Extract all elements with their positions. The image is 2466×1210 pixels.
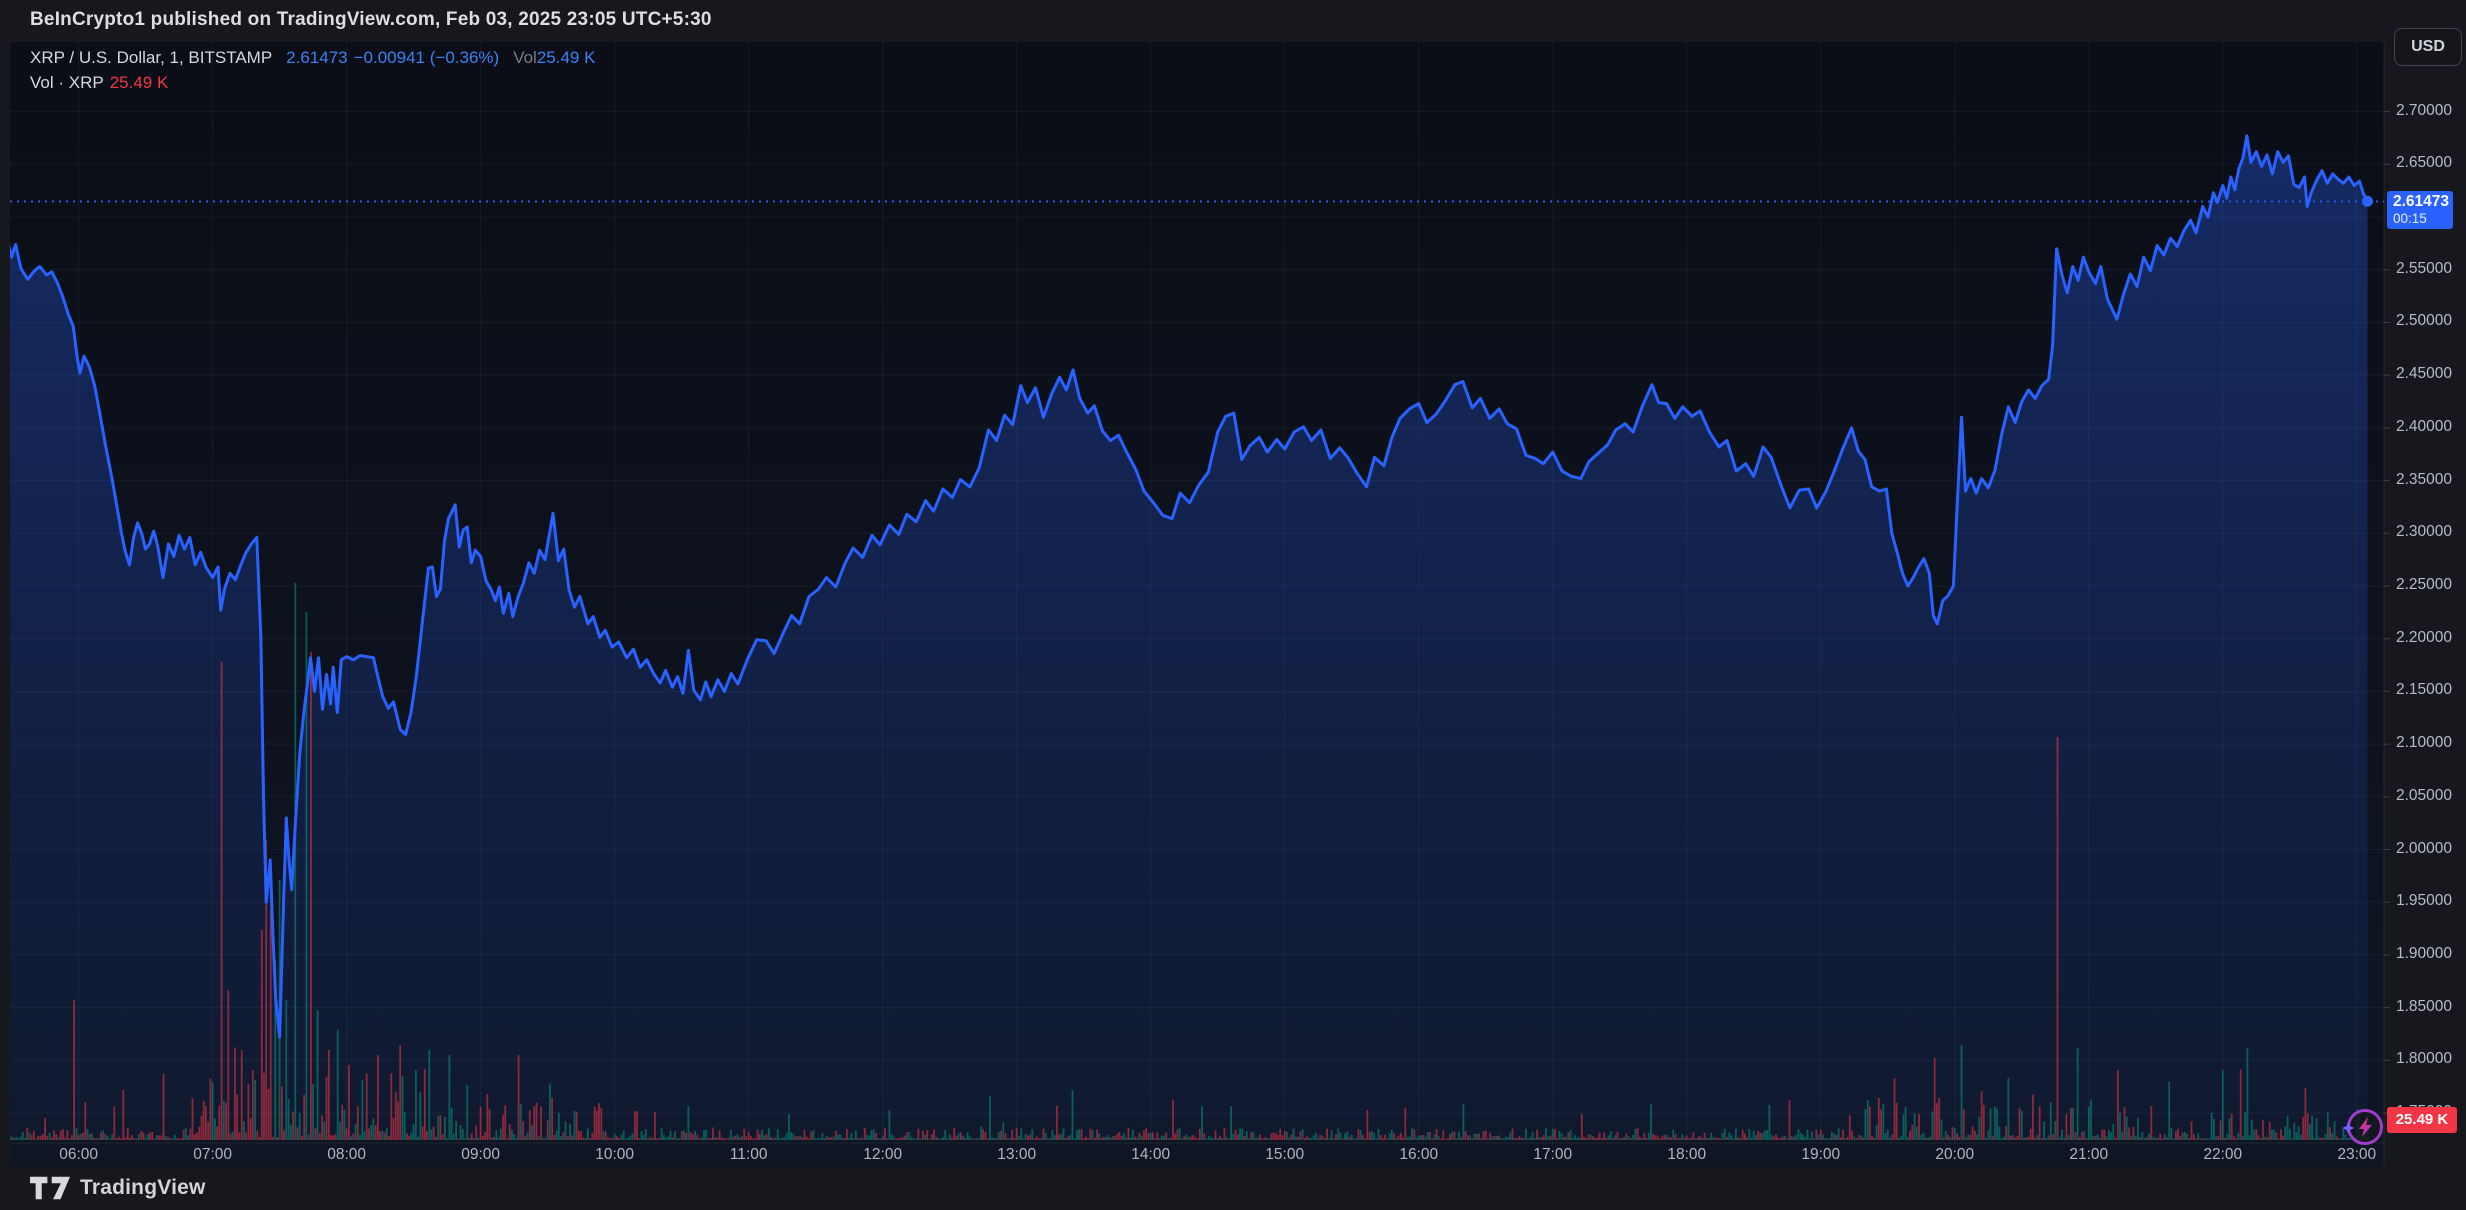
time-tick-label: 15:00 [1265,1146,1304,1164]
chart-legend[interactable]: XRP / U.S. Dollar, 1, BITSTAMP 2.61473 −0.… [30,46,595,96]
time-tick-label: 22:00 [2203,1146,2242,1164]
tradingview-logo-link[interactable]: TradingView [30,1176,206,1200]
tradingview-wordmark: TradingView [80,1176,206,1200]
time-tick-label: 09:00 [461,1146,500,1164]
price-tick-label: 2.10000 [2396,734,2466,752]
price-tick-label: 2.50000 [2396,312,2466,330]
currency-toggle-button[interactable]: USD [2394,28,2462,66]
time-tick-label: 12:00 [863,1146,902,1164]
price-tick-label: 2.15000 [2396,681,2466,699]
last-price-label: 2.61473 [2393,193,2447,211]
volume-study-value: 25.49 K [110,73,169,92]
time-tick-label: 10:00 [595,1146,634,1164]
price-tick-label: 1.95000 [2396,892,2466,910]
price-tick-label: 2.30000 [2396,523,2466,541]
tradingview-logo-icon [30,1176,70,1200]
price-tick-label: 2.05000 [2396,787,2466,805]
volume-label-box: 25.49 K [2387,1107,2457,1133]
price-tick-label: 2.35000 [2396,471,2466,489]
time-tick-label: 19:00 [1801,1146,1840,1164]
tradingview-snapshot: BeInCrypto1 published on TradingView.com… [0,0,2466,1210]
time-tick-label: 17:00 [1533,1146,1572,1164]
time-tick-label: 21:00 [2069,1146,2108,1164]
price-tick-label: 2.70000 [2396,102,2466,120]
price-chart-pane[interactable] [0,0,2466,1210]
time-tick-label: 23:00 [2337,1146,2376,1164]
last-price-label-box: 2.61473 00:15 [2387,191,2453,229]
time-tick-label: 20:00 [1935,1146,1974,1164]
price-tick-label: 2.65000 [2396,154,2466,172]
time-tick-label: 18:00 [1667,1146,1706,1164]
vol-label: Vol [513,48,537,67]
symbol-title: XRP / U.S. Dollar, 1, BITSTAMP [30,48,272,67]
time-tick-label: 08:00 [327,1146,366,1164]
time-tick-label: 07:00 [193,1146,232,1164]
price-tick-label: 2.00000 [2396,840,2466,858]
price-tick-label: 2.40000 [2396,418,2466,436]
price-tick-label: 2.20000 [2396,629,2466,647]
price-tick-label: 2.55000 [2396,260,2466,278]
time-tick-label: 13:00 [997,1146,1036,1164]
footer-bar [0,1168,2466,1210]
price-tick-label: 1.80000 [2396,1050,2466,1068]
vol-value: 25.49 K [537,48,596,67]
last-price-value: 2.61473 [286,48,347,67]
price-change-value: −0.00941 (−0.36%) [354,48,500,67]
volume-study-label: Vol · XRP [30,73,104,92]
legend-row-symbol: XRP / U.S. Dollar, 1, BITSTAMP 2.61473 −0.… [30,46,595,71]
time-tick-label: 16:00 [1399,1146,1438,1164]
time-tick-label: 06:00 [59,1146,98,1164]
price-tick-label: 2.25000 [2396,576,2466,594]
bar-countdown: 00:15 [2393,211,2447,226]
price-tick-label: 2.45000 [2396,365,2466,383]
time-tick-label: 11:00 [730,1146,768,1164]
price-tick-label: 1.90000 [2396,945,2466,963]
time-tick-label: 14:00 [1131,1146,1170,1164]
price-tick-label: 1.85000 [2396,998,2466,1016]
last-price-dot [2362,196,2373,207]
legend-row-volume: Vol · XRP 25.49 K [30,71,595,96]
